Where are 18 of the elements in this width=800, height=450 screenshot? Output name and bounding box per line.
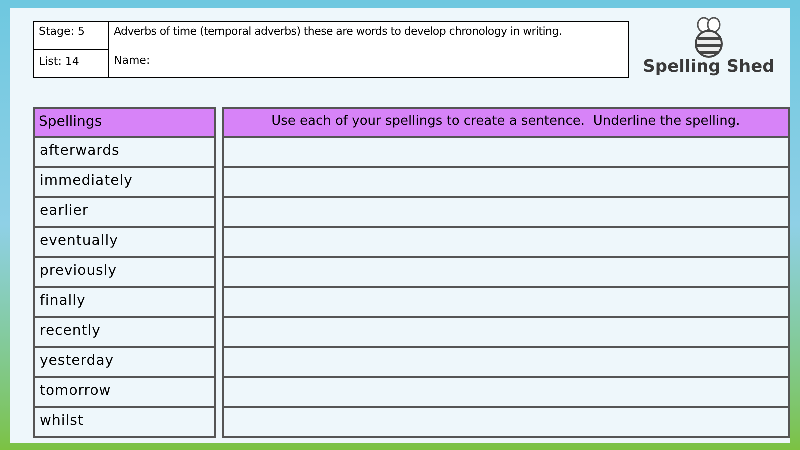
- table-cell: recently: [33, 318, 216, 348]
- logo-text: Spelling Shed: [643, 56, 775, 79]
- name-label: Name:: [114, 52, 152, 68]
- table-cell: immediately: [33, 168, 216, 198]
- bee-icon: [692, 17, 726, 59]
- table-cell: yesterday: [33, 348, 216, 378]
- table-cell: whilst: [33, 408, 216, 438]
- table-cell: previously: [33, 258, 216, 288]
- table-cell: earlier: [33, 198, 216, 228]
- table-cell: tomorrow: [33, 378, 216, 408]
- table-cell: eventually: [33, 228, 216, 258]
- column-header: Spellings: [33, 106, 216, 138]
- table-cell: afterwards: [33, 138, 216, 168]
- stage-label: Stage: 5: [34, 22, 108, 50]
- list-label: List: 14: [38, 54, 80, 70]
- column-header: Use each of your spellings to create a sentence. Underline the spelling.: [222, 106, 790, 138]
- description-text: Adverbs of time (temporal adverbs) these are words to develop chronology in writing.: [114, 24, 562, 40]
- table-cell: finally: [33, 288, 216, 318]
